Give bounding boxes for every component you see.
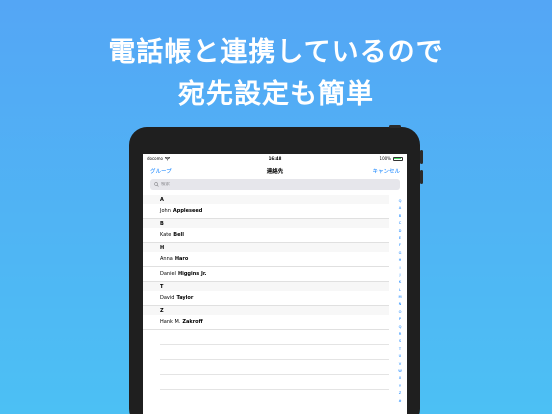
- index-letter[interactable]: L: [399, 287, 401, 294]
- index-letter[interactable]: Z: [399, 390, 401, 397]
- index-letter[interactable]: Q: [399, 324, 402, 331]
- page-title: 連絡先: [266, 169, 284, 175]
- contact-row[interactable]: Kate Bell: [143, 228, 389, 243]
- index-letter[interactable]: W: [398, 368, 402, 375]
- index-letter[interactable]: U: [399, 353, 402, 360]
- contact-first-name: Daniel: [160, 271, 176, 277]
- contact-first-name: Hank M.: [160, 319, 181, 325]
- contacts-list: A John Appleseed B Kate Bell H Anna Haro…: [143, 195, 407, 390]
- contact-row[interactable]: Daniel Higgins Jr.: [143, 267, 389, 282]
- section-header-z: Z: [143, 306, 389, 315]
- wifi-icon: [164, 156, 170, 160]
- index-letter[interactable]: F: [399, 242, 401, 249]
- contact-first-name: John: [160, 208, 171, 214]
- index-letter[interactable]: E: [399, 235, 401, 242]
- promo-headline-line1: 電話帳と連携しているので: [108, 37, 444, 68]
- contact-first-name: David: [160, 295, 175, 301]
- navigation-bar: グループ 連絡先 キャンセル: [143, 163, 407, 179]
- status-bar: docomo 16:48 100%: [143, 154, 407, 163]
- search-input[interactable]: [161, 182, 361, 187]
- carrier-label: docomo: [147, 156, 163, 161]
- contact-last-name: Bell: [173, 232, 184, 238]
- ipad-power-button: [389, 125, 401, 128]
- contact-row[interactable]: Hank M. Zakroff: [143, 315, 389, 330]
- contact-first-name: Anna: [160, 256, 173, 262]
- empty-list-row: [160, 345, 389, 360]
- index-letter[interactable]: A: [399, 205, 401, 212]
- contact-row[interactable]: Anna Haro: [143, 252, 389, 267]
- index-letter[interactable]: #: [398, 398, 401, 405]
- search-icon: [154, 182, 159, 187]
- groups-button[interactable]: グループ: [150, 167, 233, 175]
- index-letter[interactable]: J: [399, 272, 400, 279]
- index-letter[interactable]: V: [399, 361, 401, 368]
- contact-last-name: Haro: [174, 256, 189, 262]
- contact-last-name: Taylor: [176, 295, 194, 301]
- index-letter[interactable]: C: [399, 220, 402, 227]
- contact-last-name: Appleseed: [172, 208, 203, 214]
- battery-icon: [392, 156, 403, 161]
- index-letter[interactable]: G: [399, 250, 402, 257]
- contact-last-name: Higgins Jr.: [177, 271, 207, 277]
- empty-list-row: [160, 330, 389, 345]
- contact-first-name: Kate: [160, 232, 172, 238]
- status-time: 16:48: [268, 156, 282, 161]
- section-header-h: H: [143, 243, 389, 252]
- empty-list-row: [160, 360, 389, 375]
- index-letter[interactable]: X: [399, 375, 401, 382]
- section-header-t: T: [143, 282, 389, 291]
- cancel-button[interactable]: キャンセル: [317, 167, 400, 175]
- contact-row[interactable]: David Taylor: [143, 291, 389, 306]
- index-letter[interactable]: P: [399, 316, 401, 323]
- index-letter[interactable]: T: [399, 346, 401, 353]
- ipad-volume-down-button: [420, 170, 423, 184]
- index-letter[interactable]: D: [399, 228, 402, 235]
- index-letter[interactable]: N: [399, 301, 402, 308]
- index-letter[interactable]: B: [399, 213, 401, 220]
- index-letter[interactable]: Q: [399, 198, 402, 205]
- index-letter[interactable]: Y: [399, 383, 401, 390]
- index-letter[interactable]: S: [399, 338, 401, 345]
- index-letter[interactable]: M: [398, 294, 401, 301]
- battery-percent: 100%: [379, 156, 391, 161]
- contact-last-name: Zakroff: [182, 319, 203, 325]
- empty-list-row: [160, 375, 389, 390]
- index-letter[interactable]: K: [399, 279, 401, 286]
- search-bar[interactable]: [150, 179, 400, 190]
- promo-headline-line2: 宛先設定も簡単: [178, 79, 374, 110]
- section-header-a: A: [143, 195, 389, 204]
- index-letter[interactable]: I: [399, 265, 400, 272]
- ipad-volume-up-button: [420, 150, 423, 164]
- index-letter[interactable]: O: [399, 309, 402, 316]
- index-letter[interactable]: R: [399, 331, 402, 338]
- index-letter[interactable]: H: [399, 257, 402, 264]
- ipad-screen: docomo 16:48 100% グループ 連絡先 キャンセル A John …: [143, 154, 407, 414]
- section-index[interactable]: Q A B C D E F G H I J K L M N O P Q R S …: [396, 198, 404, 405]
- contact-row[interactable]: John Appleseed: [143, 204, 389, 219]
- section-header-b: B: [143, 219, 389, 228]
